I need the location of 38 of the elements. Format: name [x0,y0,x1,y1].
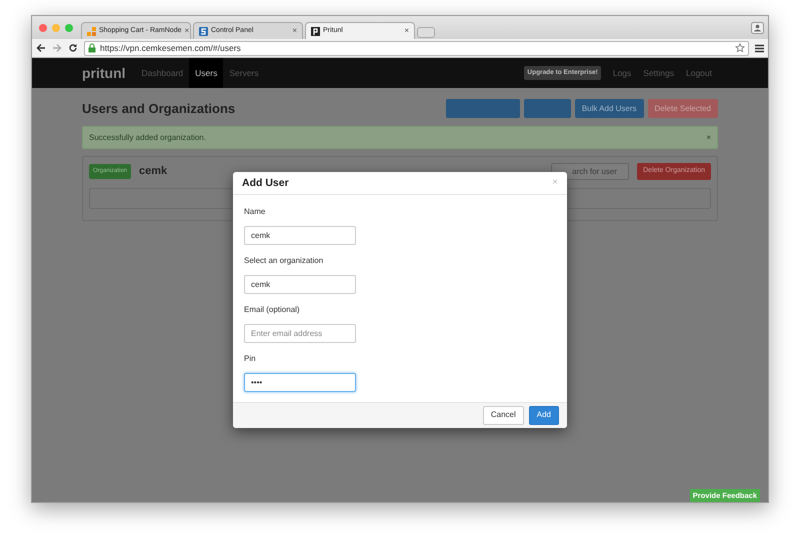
input-field[interactable]: cemk [244,226,356,245]
field-label: Select an organization [244,254,324,267]
organization-name: cemk [139,164,168,180]
lock-icon [88,43,96,53]
field-label: Name [244,206,266,218]
menu-icon[interactable] [755,44,764,52]
page-title: Users and Organizations [82,100,236,116]
logo[interactable]: pritunl [82,62,126,84]
reload-icon[interactable] [68,43,78,53]
back-icon[interactable] [36,43,46,53]
field-label: Pin [244,352,257,365]
input-field[interactable]: Enter email address [244,324,356,343]
dialog-button[interactable]: Cancel [482,406,524,425]
toolbar-button[interactable]: Bulk Add Users [574,99,644,118]
star-icon[interactable] [735,43,745,53]
close-tab-button[interactable]: × [184,25,190,37]
nav-link[interactable]: Users [189,58,224,88]
close-tab-button[interactable]: × [292,25,297,37]
alert-message: Successfully added organization. [89,132,206,144]
modal-title: Add User [242,176,289,190]
p-logo-icon [311,26,320,36]
forward-icon[interactable] [52,43,62,53]
minimize-window-icon[interactable] [52,24,60,32]
dialog-button[interactable]: Add [528,406,559,425]
field-label: Email (optional) [244,304,301,316]
new-tab-button[interactable] [417,27,435,38]
close-window-icon[interactable] [39,24,47,32]
url-text: https://vpn.cemkesemen.com/#/users [100,42,242,54]
search-field[interactable]: arch for user [551,163,630,180]
address-bar[interactable]: https://vpn.cemkesemen.com/#/users [84,40,749,56]
close-alert-button[interactable]: × [706,132,711,144]
s-logo-icon [199,26,208,36]
zoom-window-icon[interactable] [65,24,73,32]
input-field[interactable]: cemk [244,274,356,294]
input-field[interactable]: •••• [244,372,356,392]
close-tab-button[interactable]: × [404,25,409,37]
squares-icon [87,26,96,36]
profile-icon[interactable] [751,22,764,34]
